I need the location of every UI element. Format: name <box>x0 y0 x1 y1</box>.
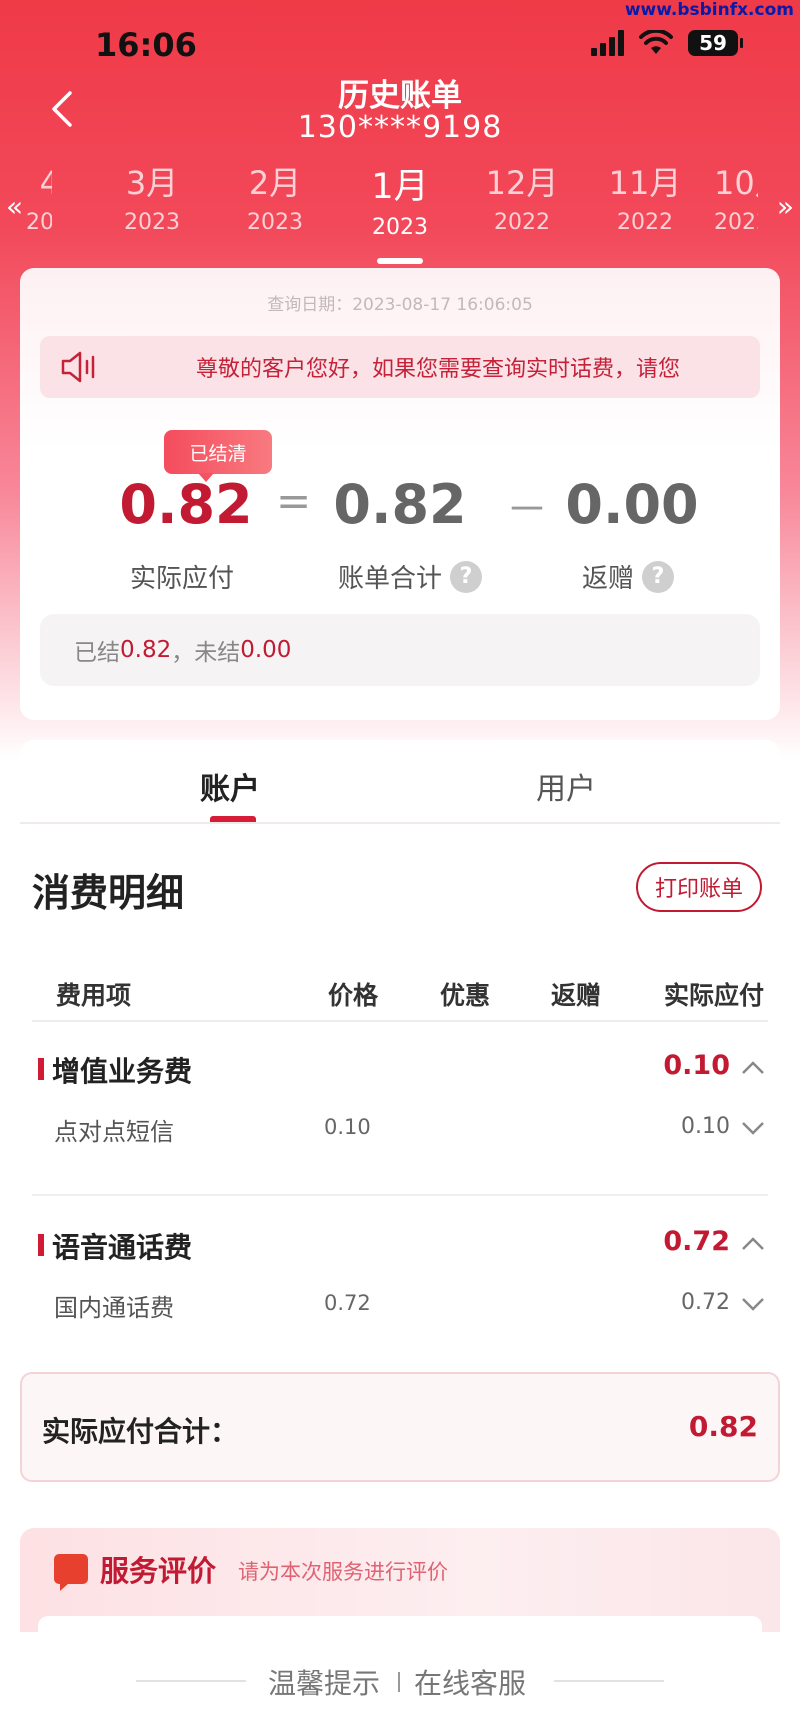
status-time: 16:06 <box>95 26 197 64</box>
actual-label: 实际应付 <box>129 564 234 594</box>
status-badge: 已结清 <box>164 430 272 482</box>
notice-bar[interactable]: 尊敬的客户您好，如果您需要查询实时话费，请您 <box>40 336 760 398</box>
page-title: 历史账单 <box>338 78 462 114</box>
divider <box>554 1680 664 1682</box>
chevron-up-icon[interactable] <box>740 1231 766 1257</box>
category-name: 语音通话费 <box>52 1231 193 1264</box>
divider <box>20 822 780 824</box>
category-name: 增值业务费 <box>52 1055 193 1088</box>
notice-text: 尊敬的客户您好，如果您需要查询实时话费，请您 <box>196 357 681 382</box>
watermark: www.bsbinfx.com <box>624 0 794 20</box>
total-box: 实际应付合计： 0.82 <box>20 1372 780 1482</box>
month-item[interactable]: 2月 2023 <box>215 158 335 235</box>
item-amount: 0.72 <box>681 1290 730 1315</box>
category-amount: 0.72 <box>663 1226 730 1257</box>
category-amount: 0.10 <box>663 1050 730 1081</box>
total-amount: 0.82 <box>688 1410 758 1443</box>
item-price: 0.72 <box>324 1291 371 1315</box>
tab-user[interactable]: 用户 <box>536 764 596 808</box>
month-selector: 4月2023 3月2023 2月2023 1月2023 12月2022 11月2… <box>0 158 800 268</box>
rebate-label[interactable]: 返赠 ? <box>528 558 728 595</box>
status-icons: 59 <box>591 30 743 56</box>
phone-number: 130****9198 <box>297 110 503 145</box>
chat-bubble-icon <box>54 1554 88 1591</box>
query-date: 查询日期：2023-08-17 16:06:05 <box>267 295 533 315</box>
column-header: 返赠 <box>551 981 602 1010</box>
item-amount: 0.10 <box>681 1114 730 1139</box>
month-item[interactable]: 10月2022 <box>714 158 758 235</box>
help-icon[interactable]: ? <box>642 560 674 593</box>
section-title: 消费明细 <box>32 871 185 915</box>
month-item[interactable]: 11月 2022 <box>585 158 705 235</box>
month-item[interactable]: 12月 2022 <box>462 158 582 235</box>
footer: 温馨提示 在线客服 <box>0 1632 800 1731</box>
total-label: 实际应付合计： <box>42 1415 239 1448</box>
divider <box>398 1672 400 1692</box>
actual-amount: 0.82 <box>119 473 253 536</box>
chevron-down-icon[interactable] <box>740 1115 766 1141</box>
online-service-link[interactable]: 在线客服 <box>414 1662 526 1702</box>
signal-icon <box>591 30 624 56</box>
battery-icon: 59 <box>688 30 743 56</box>
column-header: 价格 <box>328 981 379 1010</box>
service-title: 服务评价 <box>100 1554 217 1588</box>
column-header: 费用项 <box>56 981 132 1010</box>
tab-account[interactable]: 账户 <box>200 764 260 808</box>
chevron-down-icon[interactable] <box>740 1291 766 1317</box>
category-marker <box>38 1234 44 1256</box>
column-header: 实际应付 <box>664 981 765 1010</box>
month-item[interactable]: 4月2023 <box>0 158 52 235</box>
print-bill-button[interactable]: 打印账单 <box>636 862 762 912</box>
chevron-up-icon[interactable] <box>740 1055 766 1081</box>
rebate-amount: 0.00 <box>565 473 699 536</box>
speaker-icon <box>61 351 95 383</box>
bill-total-amount: 0.82 <box>333 473 467 536</box>
divider <box>136 1680 246 1682</box>
divider <box>32 1020 768 1022</box>
tab-bar: 账户 用户 <box>20 740 780 824</box>
wifi-icon <box>639 30 673 54</box>
help-icon[interactable]: ? <box>450 560 482 593</box>
column-header: 优惠 <box>440 981 491 1010</box>
item-name: 点对点短信 <box>54 1118 174 1146</box>
month-indicator <box>377 258 423 264</box>
service-subtitle: 请为本次服务进行评价 <box>238 1560 448 1584</box>
bill-total-label[interactable]: 账单合计 ? <box>310 558 510 595</box>
month-item-active[interactable]: 1月 2023 <box>340 158 460 240</box>
month-item[interactable]: 3月 2023 <box>92 158 212 235</box>
item-price: 0.10 <box>324 1115 371 1139</box>
item-name: 国内通话费 <box>54 1294 174 1322</box>
category-marker <box>38 1058 44 1080</box>
divider <box>32 1194 768 1196</box>
tips-link[interactable]: 温馨提示 <box>268 1662 380 1702</box>
settlement-info: 已结 0.82 ，未结 0.00 <box>40 614 760 686</box>
summary-card: 查询日期：2023-08-17 16:06:05 尊敬的客户您好，如果您需要查询… <box>20 268 780 720</box>
